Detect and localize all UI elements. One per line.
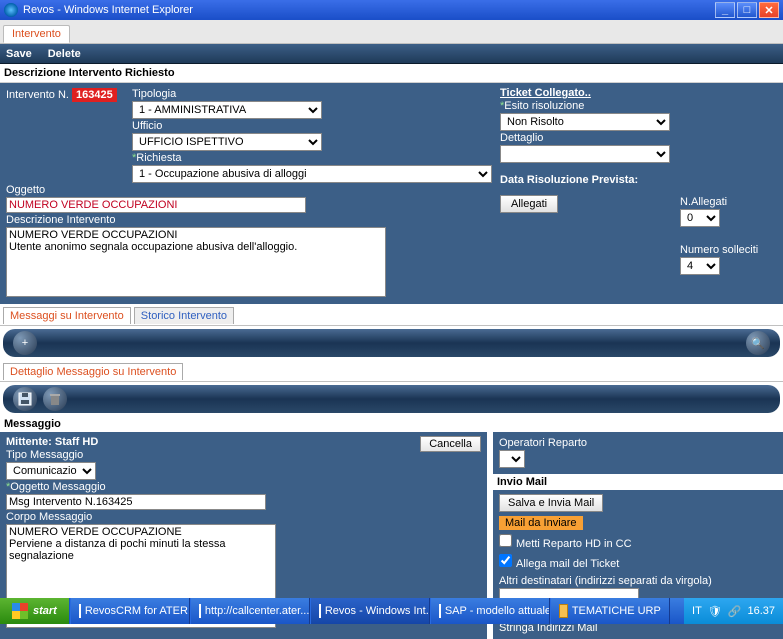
- task-item-5[interactable]: TEMATICHE URP: [550, 598, 670, 624]
- cancella-button[interactable]: Cancella: [420, 436, 481, 452]
- ie-icon: [199, 604, 201, 618]
- allega-checkbox[interactable]: [499, 554, 512, 567]
- cc-label: Metti Reparto HD in CC: [516, 538, 632, 550]
- window-titlebar: Revos - Windows Internet Explorer _ □ ✕: [0, 0, 783, 20]
- n-allegati-label: N.Allegati: [680, 195, 758, 209]
- ufficio-select[interactable]: UFFICIO ISPETTIVO: [132, 133, 322, 151]
- allegati-button[interactable]: Allegati: [500, 195, 558, 213]
- task-item-1[interactable]: RevosCRM for ATER ...: [70, 598, 190, 624]
- subtab-messaggi[interactable]: Messaggi su Intervento: [3, 307, 131, 324]
- tipologia-label: Tipologia: [132, 87, 492, 101]
- esito-label: Esito risoluzione: [500, 99, 777, 113]
- windows-logo-icon: [12, 603, 28, 619]
- corpo-msg-label: Corpo Messaggio: [6, 510, 481, 524]
- dettaglio-select[interactable]: [500, 145, 670, 163]
- clock[interactable]: 16.37: [747, 605, 775, 617]
- section-invio-mail-title: Invio Mail: [493, 474, 783, 490]
- richiesta-select[interactable]: 1 - Occupazione abusiva di alloggi: [132, 165, 492, 183]
- task-item-4[interactable]: SAP - modello attuale...: [430, 598, 550, 624]
- operatori-label: Operatori Reparto: [499, 436, 777, 450]
- esito-select[interactable]: Non Risolto: [500, 113, 670, 131]
- tipo-msg-label: Tipo Messaggio: [6, 448, 481, 462]
- window-title: Revos - Windows Internet Explorer: [23, 4, 715, 16]
- solleciti-select[interactable]: 4: [680, 257, 720, 275]
- tab-intervento[interactable]: Intervento: [3, 25, 70, 43]
- save-link[interactable]: Save: [6, 48, 32, 60]
- data-risoluzione-label: Data Risoluzione Prevista:: [500, 173, 777, 187]
- oggetto-label: Oggetto: [6, 183, 492, 197]
- altri-dest-label: Altri destinatari (indirizzi separati da…: [499, 574, 777, 588]
- tipologia-select[interactable]: 1 - AMMINISTRATIVA: [132, 101, 322, 119]
- folder-icon: [559, 604, 568, 618]
- search-message-button[interactable]: 🔍: [746, 331, 770, 355]
- system-tray[interactable]: IT 🛡 🔗 16.37: [684, 598, 783, 624]
- descrizione-textarea[interactable]: NUMERO VERDE OCCUPAZIONI Utente anonimo …: [6, 227, 386, 297]
- ie-icon: [4, 3, 18, 17]
- descrizione-label: Descrizione Intervento: [6, 213, 492, 227]
- maximize-button[interactable]: □: [737, 2, 757, 18]
- lang-indicator[interactable]: IT: [692, 605, 702, 617]
- intervento-n-value: 163425: [72, 88, 117, 102]
- word-icon: [439, 604, 441, 618]
- delete-link[interactable]: Delete: [48, 48, 81, 60]
- detail-toolbar: [3, 385, 780, 413]
- n-allegati-select[interactable]: 0: [680, 209, 720, 227]
- solleciti-label: Numero solleciti: [680, 243, 758, 257]
- add-message-button[interactable]: +: [13, 331, 37, 355]
- mail-da-inviare-badge: Mail da Inviare: [499, 516, 583, 530]
- subtab-dettaglio[interactable]: Dettaglio Messaggio su Intervento: [3, 363, 183, 380]
- minimize-button[interactable]: _: [715, 2, 735, 18]
- action-bar: Save Delete: [0, 44, 783, 64]
- start-label: start: [33, 605, 57, 617]
- save-detail-button[interactable]: [13, 387, 37, 411]
- windows-taskbar: start RevosCRM for ATER ... http://callc…: [0, 598, 783, 624]
- task-item-3[interactable]: Revos - Windows Int...: [310, 598, 430, 624]
- ie-icon: [319, 604, 321, 618]
- start-button[interactable]: start: [0, 598, 70, 624]
- dettaglio-tabs: Dettaglio Messaggio su Intervento: [0, 360, 783, 382]
- delete-detail-button[interactable]: [43, 387, 67, 411]
- oggetto-input[interactable]: [6, 197, 306, 213]
- ticket-collegato-link[interactable]: Ticket Collegato..: [500, 87, 777, 99]
- ufficio-label: Ufficio: [132, 119, 492, 133]
- mittente-label: Mittente: Staff HD: [6, 436, 98, 448]
- ie-icon: [79, 604, 81, 618]
- tipo-msg-select[interactable]: Comunicazione: [6, 462, 96, 480]
- operatori-select[interactable]: [499, 450, 525, 468]
- section-descrizione-title: Descrizione Intervento Richiesto: [0, 64, 783, 83]
- messages-toolbar: + 🔍: [3, 329, 780, 357]
- task-item-2[interactable]: http://callcenter.ater...: [190, 598, 310, 624]
- cc-checkbox[interactable]: [499, 534, 512, 547]
- subtab-storico[interactable]: Storico Intervento: [134, 307, 234, 324]
- salva-invia-button[interactable]: Salva e Invia Mail: [499, 494, 603, 512]
- page-tabs: Intervento: [0, 20, 783, 44]
- allega-label: Allega mail del Ticket: [516, 558, 619, 570]
- close-button[interactable]: ✕: [759, 2, 779, 18]
- dettaglio-label: Dettaglio: [500, 131, 777, 145]
- tray-icon[interactable]: 🛡: [708, 605, 722, 618]
- richiesta-label: Richiesta: [132, 151, 492, 165]
- section-messaggio-title: Messaggio: [0, 416, 783, 432]
- ogg-msg-input[interactable]: [6, 494, 266, 510]
- intervento-n-label: Intervento N.: [6, 89, 69, 101]
- intervento-subtabs: Messaggi su Intervento Storico Intervent…: [0, 304, 783, 326]
- ogg-msg-label: Oggetto Messaggio: [6, 480, 481, 494]
- tray-icon[interactable]: 🔗: [728, 605, 742, 618]
- intervento-form: Intervento N. 163425 Tipologia 1 - AMMIN…: [0, 83, 783, 304]
